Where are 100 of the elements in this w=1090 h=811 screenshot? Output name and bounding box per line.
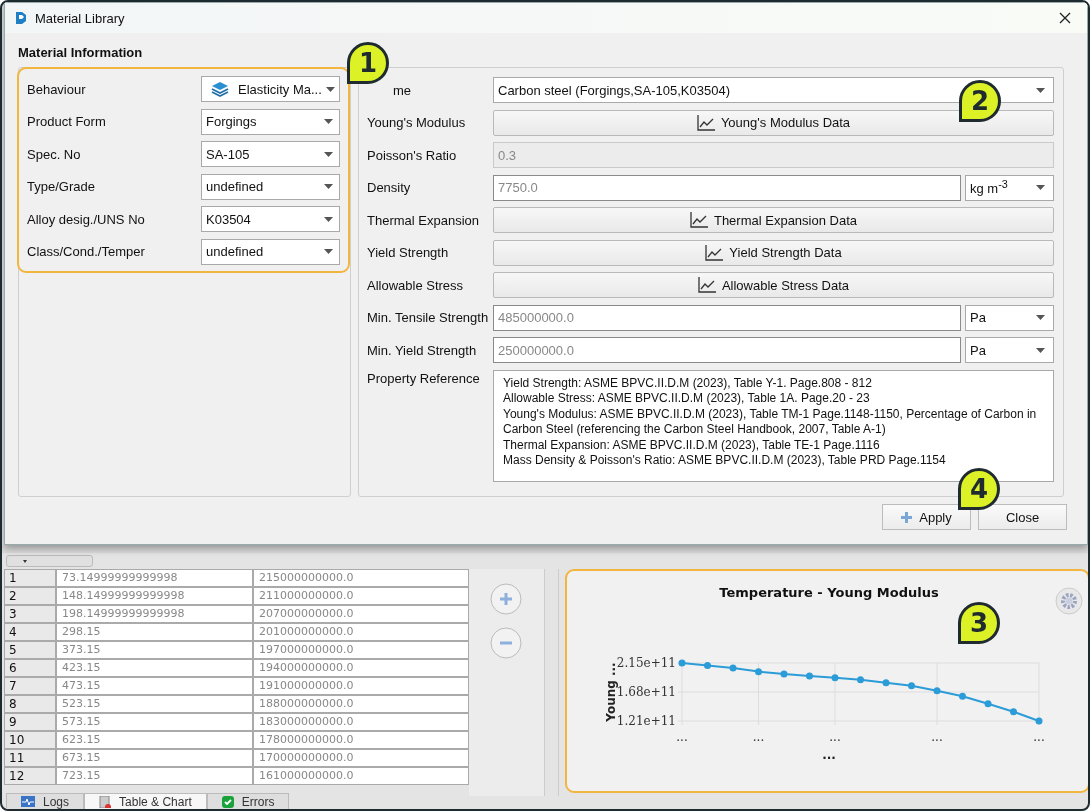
table-cell[interactable]: 423.15 — [56, 659, 253, 677]
unit-dropdown[interactable]: kg m$^{-3}$ — [965, 174, 1054, 201]
table-cell[interactable]: 298.15 — [56, 623, 253, 641]
splitter-bar[interactable] — [543, 569, 559, 796]
x-tick-label: ... — [829, 730, 841, 744]
field-label: Min. Tensile Strength — [367, 310, 489, 325]
table-cell[interactable]: 723.15 — [56, 767, 253, 785]
row-number: 2 — [4, 587, 56, 605]
line-chart-icon — [689, 212, 708, 228]
dropdown[interactable]: Elasticity Ma... — [201, 76, 340, 102]
row-number: 3 — [4, 605, 56, 623]
table-cell[interactable]: 207000000000.0 — [253, 605, 469, 623]
settings-icon[interactable] — [1055, 587, 1083, 615]
table-cell[interactable]: 188000000000.0 — [253, 695, 469, 713]
table-cell[interactable]: 161000000000.0 — [253, 767, 469, 785]
caret-icon — [1036, 315, 1045, 320]
apply-button[interactable]: Apply — [882, 504, 971, 530]
table-cell[interactable]: 573.15 — [56, 713, 253, 731]
data-point — [806, 672, 813, 680]
line-chart-icon — [705, 244, 724, 261]
dropdown[interactable]: K03504 — [201, 206, 340, 232]
field-label: Allowable Stress — [367, 277, 465, 293]
add-row-icon[interactable] — [490, 583, 523, 615]
table-cell[interactable]: 148.14999999999998 — [56, 587, 253, 605]
data-point — [678, 659, 686, 667]
table-cell[interactable]: 183000000000.0 — [253, 713, 469, 731]
panel-tab[interactable]: Errors — [206, 793, 290, 809]
table-cell[interactable]: 673.15 — [56, 749, 253, 767]
section-title: Material Information — [18, 45, 144, 60]
row-number: 10 — [4, 731, 56, 749]
unit-dropdown[interactable]: Pa — [965, 337, 1054, 363]
input-field[interactable]: 250000000.0 — [493, 337, 961, 363]
reference-line: Yield Strength: ASME BPVC.II.D.M (2023), Table Y-1. Page.808 - 812 — [503, 375, 873, 391]
splitter-bar[interactable] — [2, 545, 1088, 553]
table-cell[interactable]: 623.15 — [56, 731, 253, 749]
data-point — [1035, 717, 1043, 725]
dropdown[interactable]: undefined — [201, 238, 340, 265]
data-point — [933, 687, 941, 695]
reference-line: Young's Modulus: ASME BPVC.II.D.M (2023), Table TM-1 Page.1148-1150, Percentage of Carbon in Carbon Steel (referencing the Carbon Steel Handbook, 2007, Table A-1) — [503, 406, 1038, 438]
table-cell[interactable]: 73.14999999999998 — [56, 569, 253, 587]
unit-dropdown[interactable]: Pa — [965, 304, 1054, 331]
data-point — [831, 674, 839, 682]
x-tick-label: ... — [931, 730, 943, 744]
input-field[interactable]: 485000000.0 — [493, 304, 961, 331]
x-tick-label: ... — [1033, 730, 1045, 744]
data-point — [704, 661, 711, 669]
row-number: 6 — [4, 659, 56, 677]
data-button[interactable]: Thermal Expansion Data — [493, 207, 1054, 233]
table-cell[interactable]: 523.15 — [56, 695, 253, 713]
dropdown[interactable]: Forgings — [201, 108, 340, 135]
dropdown[interactable]: undefined — [201, 173, 340, 200]
field-label: Young's Modulus — [367, 115, 467, 130]
table-cell[interactable]: 191000000000.0 — [253, 677, 469, 695]
caret-icon — [324, 216, 333, 222]
close-icon[interactable] — [1059, 12, 1071, 24]
table-cell[interactable]: 198.14999999999998 — [56, 605, 253, 623]
table-cell[interactable]: 215000000000.0 — [253, 569, 469, 587]
table-cell[interactable]: 373.15 — [56, 641, 253, 659]
input-field[interactable]: 0.3 — [493, 142, 1054, 168]
panel-tab[interactable]: Table & Chart — [84, 793, 207, 809]
dropdown[interactable]: SA-105 — [201, 141, 340, 167]
field-label: Thermal Expansion — [367, 212, 480, 228]
table-cell[interactable]: 473.15 — [56, 677, 253, 695]
field-label: Min. Yield Strength — [367, 342, 478, 358]
row-number: 9 — [4, 713, 56, 731]
data-point — [908, 682, 915, 690]
table-cell[interactable]: 194000000000.0 — [253, 659, 469, 677]
caret-icon — [324, 119, 333, 124]
window-title: Material Library — [35, 10, 126, 26]
line-chart-icon — [697, 277, 716, 293]
y-tick-label: 2.15e+11 — [616, 656, 676, 670]
data-button[interactable]: Yield Strength Data — [493, 239, 1054, 266]
panel-tab[interactable]: Logs — [6, 793, 85, 809]
table-cell[interactable]: 197000000000.0 — [253, 641, 469, 659]
caret-icon — [1036, 347, 1045, 353]
field-label: Alloy desig./UNS No — [27, 211, 146, 227]
data-button[interactable]: Allowable Stress Data — [493, 272, 1054, 298]
row-number: 8 — [4, 695, 56, 713]
pulse-icon — [21, 796, 35, 807]
caret-icon — [23, 559, 27, 563]
table-cell[interactable]: 170000000000.0 — [253, 749, 469, 767]
row-number: 7 — [4, 677, 56, 695]
table-cell[interactable]: 201000000000.0 — [253, 623, 469, 641]
x-tick-label: ... — [752, 730, 765, 744]
data-button[interactable]: Young's Modulus Data — [493, 109, 1054, 136]
row-number: 12 — [4, 767, 56, 785]
close-button[interactable]: Close — [978, 504, 1067, 530]
data-point — [984, 700, 992, 708]
table-cell[interactable]: 178000000000.0 — [253, 731, 469, 749]
document-icon — [99, 795, 112, 808]
field-label: Type/Grade — [27, 179, 96, 194]
row-number: 4 — [4, 623, 56, 641]
collapse-tab[interactable] — [6, 555, 93, 567]
app-logo-icon — [15, 11, 27, 25]
caret-icon — [1036, 87, 1045, 93]
remove-row-icon[interactable] — [490, 627, 523, 659]
line-chart-icon — [696, 114, 715, 131]
table-cell[interactable]: 211000000000.0 — [253, 587, 469, 605]
data-point — [882, 679, 890, 687]
input-field[interactable]: 7750.0 — [493, 174, 961, 201]
